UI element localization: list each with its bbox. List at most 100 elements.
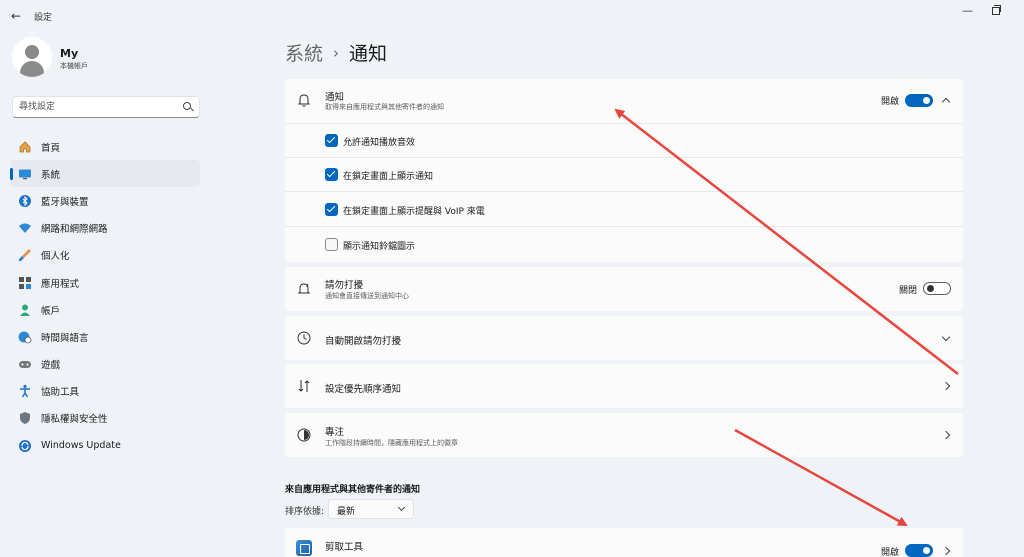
sidebar-item-bluetooth[interactable]: 藍牙與裝置: [10, 187, 200, 214]
sort-label: 排序依據:: [285, 507, 325, 517]
option-label: 顯示通知鈴鐺圖示: [343, 242, 416, 252]
notifications-toggle-label: 開啟: [880, 97, 899, 107]
sidebar-item-label: 帳戶: [41, 305, 61, 317]
clock-icon: [296, 330, 312, 346]
chevron-down-icon: [397, 503, 406, 512]
bell-icon-checkbox[interactable]: [325, 238, 338, 251]
sidebar-item-label: 網路和網際網路: [41, 224, 108, 236]
option-label: 在鎖定畫面上顯示提醒與 VoIP 來電: [343, 207, 485, 217]
sidebar-item-label: 首頁: [41, 142, 61, 154]
option-label: 在鎖定畫面上顯示通知: [343, 172, 434, 182]
chevron-right-icon[interactable]: [941, 430, 951, 440]
apps-icon: [18, 276, 32, 290]
auto-dnd-title: 自動開啟請勿打擾: [325, 336, 402, 347]
arrow-left-icon[interactable]: ←: [8, 8, 24, 24]
play-sound-checkbox[interactable]: [325, 134, 338, 147]
sort-value: 最新: [337, 507, 356, 517]
chevron-right-icon[interactable]: [941, 546, 951, 556]
lock-screen-checkbox[interactable]: [325, 168, 338, 181]
dnd-card[interactable]: z 請勿打擾 通知會直接傳送到通知中心 關閉: [285, 267, 963, 311]
sidebar-item-label: 協助工具: [41, 387, 80, 399]
snipping-tool-icon: [296, 540, 312, 556]
sidebar-item-label: 時間與語言: [41, 332, 89, 344]
notifications-subtitle: 取得來自應用程式與其他寄件者的通知: [325, 103, 444, 111]
option-row[interactable]: 顯示通知鈴鐺圖示: [285, 226, 963, 262]
option-row[interactable]: 在鎖定畫面上顯示提醒與 VoIP 來電: [285, 191, 963, 226]
breadcrumb-separator: ›: [333, 43, 340, 62]
focus-title: 專注: [325, 427, 345, 438]
chevron-right-icon[interactable]: [941, 381, 951, 391]
search-box[interactable]: [12, 96, 200, 118]
sidebar-item-label: 應用程式: [41, 278, 80, 290]
sidebar-item-label: 藍牙與裝置: [41, 196, 89, 208]
breadcrumb: 系統 › 通知: [285, 39, 387, 66]
dnd-toggle[interactable]: [923, 282, 951, 295]
bluetooth-icon: [18, 194, 32, 208]
notifications-title: 通知: [325, 92, 345, 103]
option-row[interactable]: 在鎖定畫面上顯示通知: [285, 157, 963, 191]
breadcrumb-parent[interactable]: 系統: [285, 39, 323, 66]
dnd-toggle-label: 關閉: [898, 286, 917, 296]
bell-snooze-icon: z: [296, 281, 312, 297]
sidebar-item-privacy[interactable]: 隱私權與安全性: [10, 405, 200, 432]
chevron-down-icon[interactable]: [941, 332, 951, 342]
sort-arrows-icon: [296, 378, 312, 394]
sidebar-item-time-language[interactable]: 時間與語言: [10, 323, 200, 350]
sidebar-item-gaming[interactable]: 遊戲: [10, 351, 200, 378]
sidebar-item-label: 系統: [41, 169, 61, 181]
priority-card[interactable]: 設定優先順序通知: [285, 364, 963, 408]
focus-icon: [296, 427, 312, 443]
avatar[interactable]: [12, 37, 52, 77]
app-title: 剪取工具: [325, 542, 364, 553]
profile-account-type: 本機帳戶: [60, 62, 88, 70]
sidebar-item-accessibility[interactable]: 協助工具: [10, 378, 200, 405]
sidebar-item-windows-update[interactable]: Windows Update: [10, 432, 200, 459]
display-icon: [18, 167, 32, 181]
sidebar-item-system[interactable]: 系統: [10, 160, 200, 188]
gamepad-icon: [18, 357, 32, 371]
chevron-up-icon[interactable]: [941, 97, 951, 107]
sidebar-item-label: 隱私權與安全性: [41, 414, 108, 426]
title-bar: ← 設定 —: [0, 0, 1024, 32]
option-row[interactable]: 允許通知播放音效: [285, 123, 963, 157]
dnd-title: 請勿打擾: [325, 280, 364, 291]
option-label: 允許通知播放音效: [343, 138, 416, 148]
notifications-header-row[interactable]: 通知 取得來自應用程式與其他寄件者的通知 開啟: [285, 79, 963, 123]
wifi-icon: [18, 221, 32, 235]
app-toggle[interactable]: [905, 544, 933, 557]
sidebar-item-home[interactable]: 首頁: [10, 133, 200, 160]
sidebar-item-accounts[interactable]: 帳戶: [10, 296, 200, 323]
sort-dropdown[interactable]: 最新: [328, 499, 414, 519]
search-icon[interactable]: [183, 102, 191, 110]
minimize-icon[interactable]: —: [962, 4, 973, 17]
lock-screen-reminders-checkbox[interactable]: [325, 203, 338, 216]
focus-card[interactable]: 專注 工作階段持續時間，隱藏應用程式上的徽章: [285, 413, 963, 457]
restore-icon[interactable]: [990, 4, 1001, 15]
notifications-card: 通知 取得來自應用程式與其他寄件者的通知 開啟 允許通知播放音效 在鎖定畫面上顯…: [285, 79, 963, 262]
priority-title: 設定優先順序通知: [325, 384, 402, 395]
home-icon: [18, 140, 32, 154]
auto-dnd-card[interactable]: 自動開啟請勿打擾: [285, 316, 963, 360]
dnd-subtitle: 通知會直接傳送到通知中心: [325, 292, 409, 300]
page-title: 通知: [349, 43, 388, 65]
globe-clock-icon: [18, 330, 32, 344]
sidebar-item-label: 遊戲: [41, 360, 61, 372]
bell-icon: [296, 92, 312, 108]
sidebar-item-label: 個人化: [41, 251, 70, 263]
account-icon: [18, 303, 32, 317]
sidebar-item-apps[interactable]: 應用程式: [10, 269, 200, 296]
focus-subtitle: 工作階段持續時間，隱藏應用程式上的徽章: [325, 439, 458, 447]
sidebar-item-personalization[interactable]: 個人化: [10, 242, 200, 269]
search-input[interactable]: [19, 100, 179, 114]
app-toggle-label: 開啟: [880, 548, 899, 557]
notifications-toggle[interactable]: [905, 94, 933, 107]
profile-name: My: [60, 47, 79, 60]
app-notifications-heading: 來自應用程式與其他寄件者的通知: [285, 485, 421, 495]
sidebar-nav: 首頁 系統 藍牙與裝置 網路和網際網路 個人化 應用程式 帳戶 時間與語言 遊戲…: [10, 133, 200, 459]
sidebar-item-label: Windows Update: [41, 440, 121, 452]
shield-icon: [18, 411, 32, 425]
app-row-snipping-tool[interactable]: 剪取工具 開啟: [285, 528, 963, 557]
sidebar-item-network[interactable]: 網路和網際網路: [10, 215, 200, 242]
brush-icon: [18, 248, 32, 262]
update-icon: [18, 439, 32, 453]
